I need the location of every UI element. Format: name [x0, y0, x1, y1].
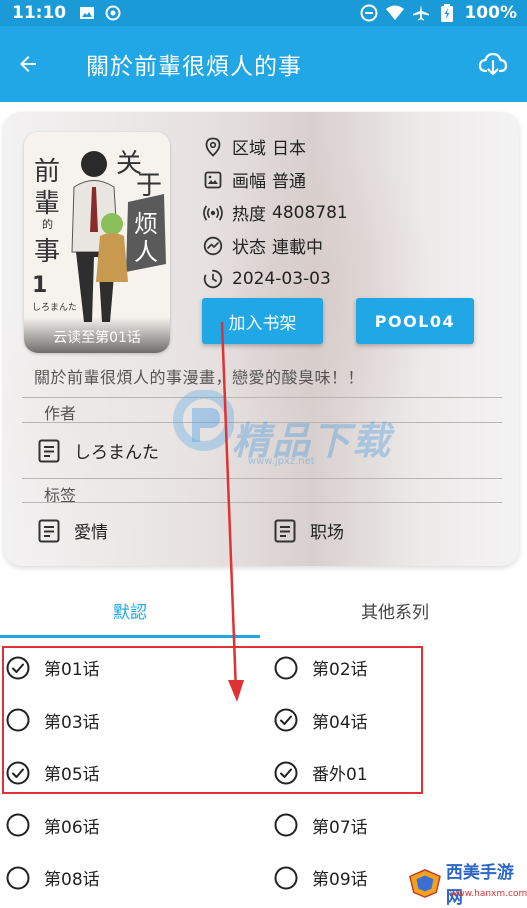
document-icon	[274, 519, 296, 542]
chapter-item[interactable]: 第06话	[6, 813, 100, 838]
svg-text:輩: 輩	[34, 189, 60, 219]
chapter-label: 番外01	[312, 765, 368, 785]
tag-chip-workplace[interactable]: 职场	[274, 518, 344, 543]
heat-value: 4808781	[272, 202, 348, 223]
corner-logo-url: www.hanxm.com	[450, 889, 527, 899]
wifi-icon	[386, 4, 405, 22]
checked-circle-icon[interactable]	[6, 656, 30, 680]
tab-other-series[interactable]: 其他系列	[263, 582, 527, 638]
chapter-item[interactable]: 第01话	[6, 655, 100, 680]
chapter-label: 第01话	[44, 660, 100, 680]
empty-circle-icon[interactable]	[274, 656, 298, 680]
tag-chip-love[interactable]: 愛情	[38, 518, 108, 543]
meta-style: 画幅 普通	[202, 163, 348, 196]
chapter-tabs: 默認 其他系列	[0, 582, 527, 638]
watermark-url: www.jpxz.net	[248, 456, 315, 467]
page-title: 關於前輩很煩人的事	[86, 54, 302, 80]
comic-meta: 区域 日本 画幅 普通 热度 4808781 状态 連載中 2024-03-03	[202, 130, 348, 295]
divider	[22, 478, 502, 479]
divider	[22, 502, 502, 503]
chapter-item[interactable]: 第05话	[6, 760, 100, 785]
chapter-item[interactable]: 番外01	[274, 760, 368, 785]
document-icon	[38, 439, 60, 462]
meta-heat: 热度 4808781	[202, 196, 348, 229]
svg-text:烦: 烦	[134, 210, 158, 238]
checked-circle-icon[interactable]	[274, 761, 298, 785]
chapter-item[interactable]: 第07话	[274, 813, 368, 838]
tag-label: 愛情	[74, 523, 108, 543]
clock-icon	[202, 268, 224, 290]
watermark-logo	[173, 390, 234, 451]
active-tab-indicator	[0, 635, 260, 638]
cover-image[interactable]: 前 輩 的 事 关 于 很 烦 人 1 しろまんた 云读至第01话	[24, 132, 170, 353]
comic-detail-card: 前 輩 的 事 关 于 很 烦 人 1 しろまんた 云读至第01话 区域	[4, 112, 519, 566]
svg-text:前: 前	[34, 157, 60, 187]
app-bar: 關於前輩很煩人的事	[0, 26, 527, 102]
vpn-icon	[104, 4, 122, 22]
empty-circle-icon[interactable]	[274, 813, 298, 837]
battery-percent: 100%	[464, 3, 517, 23]
battery-icon	[438, 4, 456, 22]
svg-text:的: 的	[42, 217, 53, 231]
checked-circle-icon[interactable]	[274, 708, 298, 732]
chapter-item[interactable]: 第02话	[274, 655, 368, 680]
meta-date: 2024-03-03	[202, 262, 348, 295]
author-section-label: 作者	[44, 404, 77, 423]
cloud-download-icon	[478, 52, 508, 76]
corner-logo-text: 西美手游网	[445, 863, 514, 908]
trend-icon	[202, 235, 224, 257]
chapter-label: 第05话	[44, 765, 100, 785]
tag-label: 职场	[310, 523, 344, 543]
chapter-item[interactable]: 第03话	[6, 708, 100, 733]
state-value: 連載中	[272, 238, 323, 258]
chapter-label: 第06话	[44, 817, 100, 838]
chapter-label: 第07话	[312, 817, 368, 838]
region-value: 日本	[272, 139, 306, 159]
svg-text:人: 人	[134, 238, 158, 266]
dnd-icon	[360, 4, 378, 22]
svg-text:しろまんた: しろまんた	[32, 302, 77, 313]
download-button[interactable]	[473, 44, 513, 84]
airplane-icon	[412, 4, 430, 22]
chapter-label: 第04话	[312, 712, 368, 733]
empty-circle-icon[interactable]	[6, 813, 30, 837]
chapter-item[interactable]: 第08话	[6, 865, 100, 890]
status-bar: 11:10 100%	[0, 0, 527, 26]
chapter-label: 第08话	[44, 870, 100, 890]
svg-text:1: 1	[32, 273, 47, 298]
comic-description: 關於前輩很煩人的事漫畫，戀愛的酸臭味！！	[34, 368, 365, 387]
image-notification-icon	[78, 4, 96, 22]
author-chip[interactable]: しろまんた	[38, 438, 159, 463]
meta-state: 状态 連載中	[202, 229, 348, 262]
location-pin-icon	[202, 136, 224, 158]
shield-logo-icon	[409, 869, 441, 898]
broadcast-icon	[202, 202, 224, 224]
chapter-label: 第09话	[312, 870, 368, 890]
svg-text:事: 事	[34, 237, 60, 267]
checked-circle-icon[interactable]	[6, 761, 30, 785]
image-icon	[202, 169, 224, 191]
meta-region: 区域 日本	[202, 130, 348, 163]
tab-default[interactable]: 默認	[0, 582, 260, 638]
chapter-label: 第03话	[44, 712, 100, 733]
chapter-label: 第02话	[312, 660, 368, 680]
corner-site-logo: 西美手游网 www.hanxm.com	[408, 863, 527, 908]
status-time: 11:10	[12, 3, 67, 23]
date-value: 2024-03-03	[232, 268, 331, 289]
read-progress-caption: 云读至第01话	[24, 317, 170, 353]
document-icon	[38, 519, 60, 542]
empty-circle-icon[interactable]	[274, 866, 298, 890]
style-value: 普通	[272, 172, 306, 192]
add-to-shelf-button[interactable]: 加入书架	[202, 298, 323, 344]
pool-button[interactable]: POOL04	[356, 298, 474, 344]
author-name: しろまんた	[74, 443, 159, 463]
chapter-item[interactable]: 第04话	[274, 708, 368, 733]
divider	[22, 397, 502, 398]
empty-circle-icon[interactable]	[6, 866, 30, 890]
empty-circle-icon[interactable]	[6, 708, 30, 732]
back-button[interactable]	[0, 36, 56, 92]
back-arrow-icon	[20, 56, 36, 72]
chapter-item[interactable]: 第09话	[274, 865, 368, 890]
